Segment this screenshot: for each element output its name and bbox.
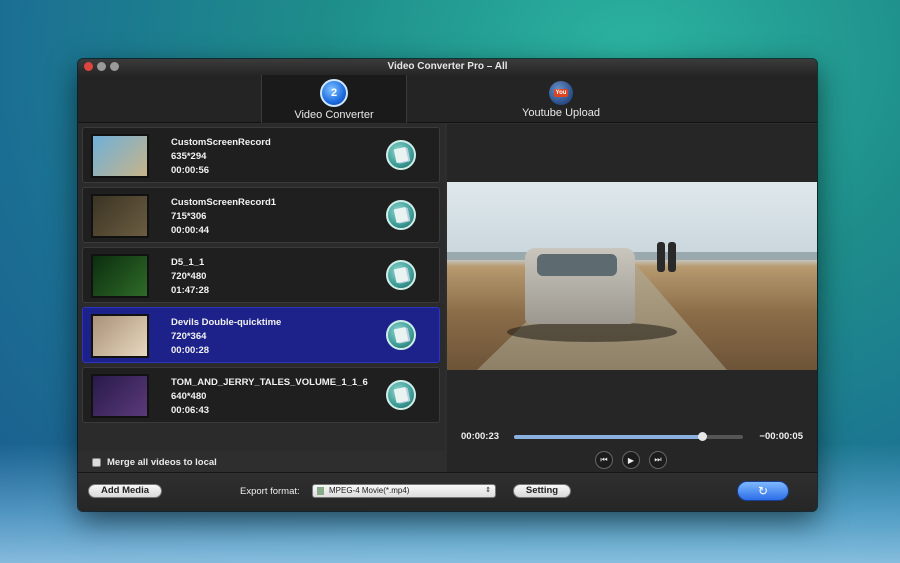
video-meta: CustomScreenRecord 635*294 00:00:56 bbox=[171, 136, 271, 178]
previous-button[interactable]: ⏮ bbox=[595, 451, 613, 469]
video-thumbnail bbox=[91, 194, 149, 238]
next-button[interactable]: ⏭ bbox=[649, 451, 667, 469]
document-icon bbox=[393, 386, 409, 404]
preview-pane: 00:00:23 −00:00:05 ⏮ ▶ ⏭ bbox=[447, 124, 817, 474]
video-thumbnail bbox=[91, 254, 149, 298]
merge-label: Merge all videos to local bbox=[107, 457, 217, 468]
preview-car bbox=[525, 248, 635, 324]
window-controls bbox=[84, 62, 119, 71]
export-format-select[interactable]: MPEG-4 Movie(*.mp4) ⇕ bbox=[312, 484, 496, 498]
video-thumbnail bbox=[91, 314, 149, 358]
zoom-window-button[interactable] bbox=[110, 62, 119, 71]
video-meta: TOM_AND_JERRY_TALES_VOLUME_1_1_6 640*480 0… bbox=[171, 376, 368, 418]
video-thumbnail bbox=[91, 374, 149, 418]
convert-item-button[interactable] bbox=[386, 140, 416, 170]
tab-video-converter[interactable]: 2 Video Converter bbox=[261, 75, 407, 123]
video-list-item[interactable]: Devils Double-quicktime 720*364 00:00:28 bbox=[82, 307, 440, 363]
video-resolution: 635*294 bbox=[171, 151, 207, 162]
seek-progress bbox=[514, 435, 702, 439]
window-title: Video Converter Pro – All bbox=[387, 61, 508, 72]
skip-forward-icon: ⏭ bbox=[654, 455, 662, 464]
video-list[interactable]: CustomScreenRecord 635*294 00:00:56 CustomS… bbox=[82, 127, 440, 427]
play-icon: ▶ bbox=[627, 455, 635, 465]
close-window-button[interactable] bbox=[84, 62, 93, 71]
video-name: TOM_AND_JERRY_TALES_VOLUME_1_1_6 bbox=[171, 377, 368, 388]
convert-button[interactable]: ↻ bbox=[737, 481, 789, 501]
video-name: Devils Double-quicktime bbox=[171, 317, 282, 328]
preview-person bbox=[657, 242, 665, 272]
tab-label: Video Converter bbox=[294, 109, 374, 121]
video-name: CustomScreenRecord bbox=[171, 137, 271, 148]
video-resolution: 720*480 bbox=[171, 271, 207, 282]
merge-checkbox[interactable] bbox=[92, 458, 101, 467]
minimize-window-button[interactable] bbox=[97, 62, 106, 71]
elapsed-time: 00:00:23 bbox=[461, 431, 500, 442]
video-list-pane: CustomScreenRecord 635*294 00:00:56 CustomS… bbox=[78, 124, 445, 468]
export-format-label: Export format: bbox=[240, 486, 300, 497]
video-duration: 00:00:56 bbox=[171, 165, 210, 176]
document-icon bbox=[393, 266, 409, 284]
document-icon bbox=[393, 146, 409, 164]
player-controls: 00:00:23 −00:00:05 ⏮ ▶ ⏭ bbox=[447, 429, 817, 474]
main-content: CustomScreenRecord 635*294 00:00:56 CustomS… bbox=[78, 124, 817, 511]
convert-item-button[interactable] bbox=[386, 260, 416, 290]
seek-handle[interactable] bbox=[697, 432, 707, 441]
setting-button[interactable]: Setting bbox=[513, 484, 571, 498]
merge-option[interactable]: Merge all videos to local bbox=[92, 457, 217, 468]
refresh-icon: ↻ bbox=[757, 484, 769, 498]
preview-person bbox=[668, 242, 676, 272]
video-duration: 00:00:28 bbox=[171, 345, 210, 356]
video-list-item[interactable]: D5_1_1 720*480 01:47:28 bbox=[82, 247, 440, 303]
chevron-updown-icon: ⇕ bbox=[485, 487, 491, 494]
preview-shadow bbox=[507, 322, 677, 342]
video-thumbnail bbox=[91, 134, 149, 178]
remaining-time: −00:00:05 bbox=[759, 431, 803, 442]
video-duration: 01:47:28 bbox=[171, 285, 210, 296]
tab-label: Youtube Upload bbox=[522, 107, 600, 119]
add-media-button[interactable]: Add Media bbox=[88, 484, 162, 498]
bottom-toolbar: Add Media Export format: MPEG-4 Movie(*.… bbox=[78, 472, 817, 511]
tab-youtube-upload[interactable]: You Youtube Upload bbox=[488, 75, 634, 123]
seek-bar[interactable] bbox=[514, 432, 743, 441]
convert-item-button[interactable] bbox=[386, 380, 416, 410]
video-name: CustomScreenRecord1 bbox=[171, 197, 277, 208]
video-list-item[interactable]: CustomScreenRecord 635*294 00:00:56 bbox=[82, 127, 440, 183]
convert-item-button[interactable] bbox=[386, 200, 416, 230]
video-preview bbox=[447, 182, 817, 370]
playback-buttons: ⏮ ▶ ⏭ bbox=[595, 451, 667, 469]
document-icon bbox=[393, 326, 409, 344]
video-resolution: 720*364 bbox=[171, 331, 207, 342]
video-duration: 00:06:43 bbox=[171, 405, 210, 416]
video-resolution: 715*306 bbox=[171, 211, 207, 222]
tab-bar: 2 Video Converter You Youtube Upload bbox=[78, 75, 817, 123]
export-format-value: MPEG-4 Movie(*.mp4) bbox=[329, 486, 410, 495]
video-meta: CustomScreenRecord1 715*306 00:00:44 bbox=[171, 196, 276, 238]
youtube-icon: You bbox=[549, 81, 573, 105]
app-window: Video Converter Pro – All 2 Video Conver… bbox=[78, 59, 817, 511]
video-list-item[interactable]: TOM_AND_JERRY_TALES_VOLUME_1_1_6 640*480 0… bbox=[82, 367, 440, 423]
video-list-item[interactable]: CustomScreenRecord1 715*306 00:00:44 bbox=[82, 187, 440, 243]
file-icon bbox=[317, 487, 324, 495]
play-button[interactable]: ▶ bbox=[622, 451, 640, 469]
video-resolution: 640*480 bbox=[171, 391, 207, 402]
title-bar: Video Converter Pro – All bbox=[78, 59, 817, 75]
video-meta: D5_1_1 720*480 01:47:28 bbox=[171, 256, 209, 298]
video-duration: 00:00:44 bbox=[171, 225, 210, 236]
convert-item-button[interactable] bbox=[386, 320, 416, 350]
step-2-icon: 2 bbox=[320, 79, 348, 107]
video-meta: Devils Double-quicktime 720*364 00:00:28 bbox=[171, 316, 281, 358]
video-name: D5_1_1 bbox=[171, 257, 205, 268]
skip-back-icon: ⏮ bbox=[600, 455, 608, 464]
document-icon bbox=[393, 206, 409, 224]
